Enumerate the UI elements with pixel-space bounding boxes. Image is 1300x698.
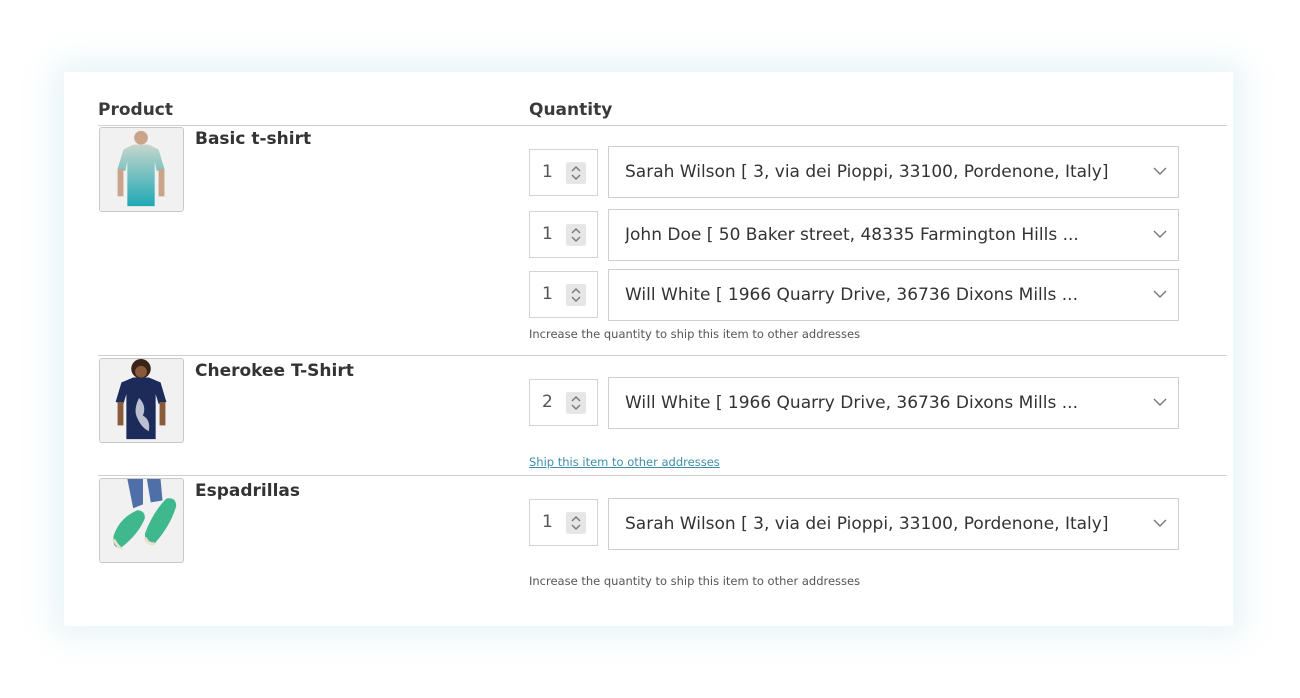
spinner-arrows-icon[interactable]: [566, 392, 586, 414]
quantity-stepper[interactable]: 1: [529, 211, 598, 258]
quantity-value[interactable]: 1: [542, 284, 553, 304]
quantity-stepper[interactable]: 1: [529, 149, 598, 196]
chevron-down-icon: [1153, 398, 1167, 406]
address-select-value: John Doe [ 50 Baker street, 48335 Farmin…: [625, 225, 1079, 245]
quantity-column-header: Quantity: [529, 100, 613, 120]
spinner-arrows-icon[interactable]: [566, 162, 586, 184]
product-image-basic-tshirt: [99, 127, 184, 212]
spinner-arrows-icon[interactable]: [566, 284, 586, 306]
product-name: Espadrillas: [195, 481, 300, 501]
address-select-value: Sarah Wilson [ 3, via dei Pioppi, 33100,…: [625, 162, 1109, 182]
address-select-value: Will White [ 1966 Quarry Drive, 36736 Di…: [625, 285, 1078, 305]
address-select-value: Will White [ 1966 Quarry Drive, 36736 Di…: [625, 393, 1078, 413]
product-name: Basic t-shirt: [195, 129, 312, 149]
quantity-stepper[interactable]: 1: [529, 271, 598, 318]
quantity-stepper[interactable]: 2: [529, 379, 598, 426]
product-column-header: Product: [98, 100, 173, 120]
quantity-value[interactable]: 1: [542, 512, 553, 532]
row-divider: [98, 475, 1227, 476]
ship-to-other-addresses-link[interactable]: Ship this item to other addresses: [529, 455, 720, 469]
quantity-value[interactable]: 2: [542, 392, 553, 412]
chevron-down-icon: [1153, 519, 1167, 527]
chevron-down-icon: [1153, 290, 1167, 298]
quantity-stepper[interactable]: 1: [529, 499, 598, 546]
address-select-value: Sarah Wilson [ 3, via dei Pioppi, 33100,…: [625, 514, 1109, 534]
product-image-espadrillas: [99, 478, 184, 563]
quantity-hint: Increase the quantity to ship this item …: [529, 327, 861, 341]
product-name: Cherokee T-Shirt: [195, 361, 354, 381]
quantity-hint: Increase the quantity to ship this item …: [529, 574, 861, 588]
shipping-card: Product Quantity Basic t-shirt 1 Sarah W…: [64, 72, 1233, 626]
address-select[interactable]: Will White [ 1966 Quarry Drive, 36736 Di…: [608, 377, 1179, 429]
spinner-arrows-icon[interactable]: [566, 512, 586, 534]
quantity-value[interactable]: 1: [542, 162, 553, 182]
address-select[interactable]: Sarah Wilson [ 3, via dei Pioppi, 33100,…: [608, 498, 1179, 550]
address-select[interactable]: Will White [ 1966 Quarry Drive, 36736 Di…: [608, 269, 1179, 321]
row-divider: [98, 355, 1227, 356]
header-divider: [98, 125, 1227, 126]
chevron-down-icon: [1153, 167, 1167, 175]
product-image-cherokee-tshirt: [99, 358, 184, 443]
spinner-arrows-icon[interactable]: [566, 224, 586, 246]
address-select[interactable]: Sarah Wilson [ 3, via dei Pioppi, 33100,…: [608, 146, 1179, 198]
chevron-down-icon: [1153, 230, 1167, 238]
quantity-value[interactable]: 1: [542, 224, 553, 244]
address-select[interactable]: John Doe [ 50 Baker street, 48335 Farmin…: [608, 209, 1179, 261]
